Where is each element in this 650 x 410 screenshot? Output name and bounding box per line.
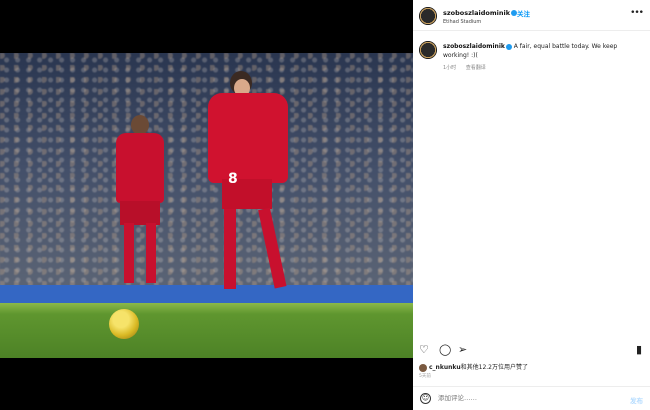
caption-avatar[interactable] bbox=[419, 41, 437, 59]
caption-text: szoboszlaidominik A fair, equal battle t… bbox=[443, 42, 643, 60]
more-options-icon[interactable]: ••• bbox=[630, 8, 644, 18]
likes-suffix: 赞了 bbox=[516, 364, 529, 371]
save-icon[interactable]: ▮ bbox=[636, 343, 642, 357]
location-link[interactable]: Etihad Stadium bbox=[443, 19, 481, 25]
username[interactable]: szoboszlaidominik bbox=[443, 9, 518, 17]
post-time: 1小时 bbox=[443, 65, 457, 71]
comment-bar: ☺ 发布 bbox=[413, 386, 650, 410]
comment-input[interactable] bbox=[438, 394, 588, 402]
likes-summary[interactable]: c_nkunku和其他12.2万位用户赞了 bbox=[419, 362, 528, 372]
comment-icon[interactable]: ◯ bbox=[439, 343, 451, 357]
post-comment-button[interactable]: 发布 bbox=[630, 395, 643, 405]
post-media: 8 bbox=[0, 0, 413, 410]
avatar[interactable] bbox=[419, 7, 437, 25]
verified-icon bbox=[505, 43, 512, 50]
shirt-number: 8 bbox=[228, 171, 238, 187]
likes-others[interactable]: 和其他12.2万位用户 bbox=[461, 364, 516, 371]
action-bar: ♡ ◯ ➢ ▮ bbox=[413, 343, 650, 359]
caption-meta: 1小时 查看翻译 bbox=[443, 64, 494, 71]
emoji-icon[interactable]: ☺ bbox=[420, 393, 431, 404]
see-translation-link[interactable]: 查看翻译 bbox=[466, 65, 486, 71]
player-background bbox=[108, 115, 172, 305]
liker-avatar bbox=[419, 363, 427, 372]
football bbox=[109, 309, 139, 339]
post-header: szoboszlaidominik 关注 Etihad Stadium ••• bbox=[413, 0, 650, 31]
post-date: 5天前 bbox=[419, 374, 431, 379]
post-photo[interactable]: 8 bbox=[0, 53, 413, 358]
follow-button[interactable]: 关注 bbox=[517, 8, 530, 18]
post-side-panel: szoboszlaidominik 关注 Etihad Stadium ••• … bbox=[413, 0, 650, 410]
caption-username[interactable]: szoboszlaidominik bbox=[443, 43, 505, 50]
like-icon[interactable]: ♡ bbox=[419, 343, 429, 357]
liker-username[interactable]: c_nkunku bbox=[429, 364, 461, 371]
share-icon[interactable]: ➢ bbox=[458, 343, 467, 357]
player-foreground: 8 bbox=[200, 71, 300, 331]
